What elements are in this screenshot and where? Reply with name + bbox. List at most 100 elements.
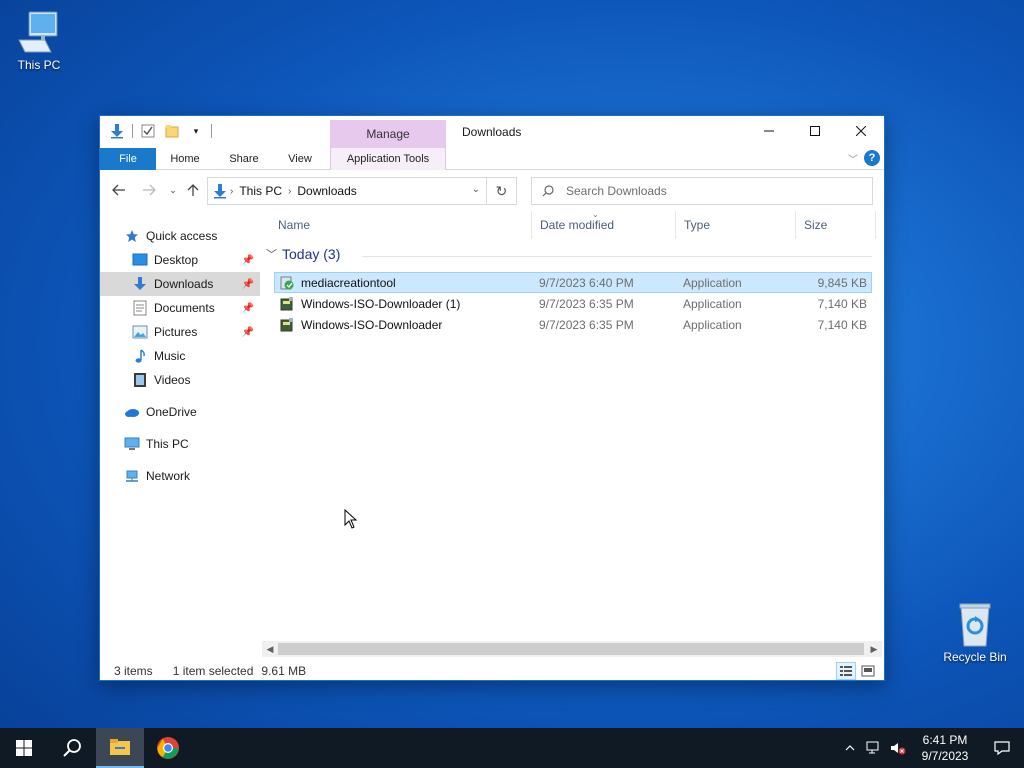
column-header-size[interactable]: Size xyxy=(796,211,876,239)
close-button[interactable] xyxy=(838,116,884,146)
sidebar-item-onedrive[interactable]: OneDrive xyxy=(100,400,260,424)
view-switcher xyxy=(836,662,878,680)
properties-icon[interactable] xyxy=(139,122,157,140)
search-input[interactable] xyxy=(566,184,846,198)
file-name-cell: Windows-ISO-Downloader xyxy=(275,317,535,333)
column-headers: Name ⌄ Date modified Type Size xyxy=(270,210,876,239)
tab-application-tools[interactable]: Application Tools xyxy=(330,148,446,170)
desktop-icon-this-pc[interactable]: This PC xyxy=(4,10,74,72)
help-icon[interactable]: ? xyxy=(864,150,880,166)
refresh-button[interactable]: ↻ xyxy=(487,177,517,205)
action-center-button[interactable] xyxy=(980,728,1024,768)
file-row-windows-iso-downloader-1[interactable]: Windows-ISO-Downloader (1) 9/7/2023 6:35… xyxy=(274,293,872,314)
file-explorer-window: ▾ Manage Downloads File Home Share View … xyxy=(99,115,885,681)
taskbar: 6:41 PM 9/7/2023 xyxy=(0,728,1024,768)
back-arrow-icon xyxy=(112,184,125,196)
forward-button[interactable] xyxy=(138,180,160,200)
sidebar-item-label: Videos xyxy=(154,373,191,387)
scroll-right-icon[interactable]: ▶ xyxy=(866,641,882,657)
scroll-left-icon[interactable]: ◀ xyxy=(262,641,278,657)
sidebar-item-this-pc[interactable]: This PC xyxy=(100,432,260,456)
computer-icon xyxy=(124,436,140,452)
column-header-name[interactable]: Name xyxy=(270,211,532,239)
network-status-icon[interactable] xyxy=(862,728,886,768)
start-button[interactable] xyxy=(0,728,48,768)
taskbar-chrome[interactable] xyxy=(144,728,192,768)
manage-tab-group: Manage xyxy=(330,120,446,148)
clock-time: 6:41 PM xyxy=(922,733,968,747)
maximize-icon xyxy=(810,126,820,136)
file-name: Windows-ISO-Downloader (1) xyxy=(301,296,461,311)
sidebar-item-network[interactable]: Network xyxy=(100,464,260,488)
sidebar-item-videos[interactable]: Videos xyxy=(100,368,260,392)
maximize-button[interactable] xyxy=(792,116,838,146)
sort-ascending-icon: ⌄ xyxy=(592,210,599,219)
group-header-today[interactable]: ﹀ Today (3) xyxy=(266,246,872,262)
scrollbar-thumb[interactable] xyxy=(278,643,864,655)
ribbon-tabs: File Home Share View Application Tools ﹀… xyxy=(100,148,884,170)
breadcrumb-this-pc[interactable]: This PC xyxy=(235,184,286,198)
file-date: 9/7/2023 6:35 PM xyxy=(539,317,634,332)
mouse-cursor-icon xyxy=(344,508,358,532)
tab-view[interactable]: View xyxy=(276,148,324,170)
sidebar-item-quick-access[interactable]: Quick access xyxy=(100,224,260,248)
sidebar-item-documents[interactable]: Documents 📌 xyxy=(100,296,260,320)
selection-size: 9.61 MB xyxy=(261,664,307,678)
desktop-icon-recycle-bin[interactable]: Recycle Bin xyxy=(940,602,1010,664)
search-button[interactable] xyxy=(48,728,96,768)
window-title: Downloads xyxy=(462,125,522,139)
search-icon xyxy=(63,739,81,757)
taskbar-clock[interactable]: 6:41 PM 9/7/2023 xyxy=(910,732,980,764)
sidebar-item-desktop[interactable]: Desktop 📌 xyxy=(100,248,260,272)
sidebar-item-pictures[interactable]: Pictures 📌 xyxy=(100,320,260,344)
breadcrumb-downloads[interactable]: Downloads xyxy=(293,184,360,198)
recent-locations-button[interactable]: ⌄ xyxy=(162,180,184,200)
minimize-button[interactable] xyxy=(746,116,792,146)
recycle-bin-icon xyxy=(951,602,999,647)
tab-home[interactable]: Home xyxy=(160,148,210,170)
videos-folder-icon xyxy=(132,372,148,388)
title-bar: ▾ Manage Downloads xyxy=(100,116,884,148)
breadcrumb-chevron-icon[interactable]: › xyxy=(286,186,293,197)
address-dropdown-icon[interactable]: ⌄ xyxy=(472,184,480,195)
pin-icon: 📌 xyxy=(241,254,254,266)
new-folder-icon[interactable] xyxy=(163,122,181,140)
downloads-arrow-icon[interactable] xyxy=(108,122,126,140)
collapse-chevron-icon[interactable]: ﹀ xyxy=(266,246,277,262)
file-name-cell: mediacreationtool xyxy=(275,275,535,291)
column-header-date-modified[interactable]: ⌄ Date modified xyxy=(532,210,676,239)
column-header-label: Date modified xyxy=(540,218,615,232)
sidebar-item-label: This PC xyxy=(146,437,189,451)
navigation-bar: ⌄ › This PC › Downloads ⌄ ↻ xyxy=(100,174,884,206)
tab-file[interactable]: File xyxy=(100,148,156,170)
file-size: 7,140 KB xyxy=(817,317,867,332)
sidebar-item-downloads[interactable]: Downloads 📌 xyxy=(100,272,260,296)
sidebar-item-label: OneDrive xyxy=(146,405,197,419)
customize-toolbar-icon[interactable]: ▾ xyxy=(187,122,205,140)
search-box[interactable] xyxy=(531,177,873,205)
tab-share[interactable]: Share xyxy=(218,148,270,170)
up-button[interactable] xyxy=(182,180,204,200)
sidebar-item-music[interactable]: Music xyxy=(100,344,260,368)
file-name: mediacreationtool xyxy=(301,275,396,290)
sidebar-item-label: Music xyxy=(154,349,186,363)
notification-icon xyxy=(994,741,1010,755)
file-row-windows-iso-downloader[interactable]: Windows-ISO-Downloader 9/7/2023 6:35 PM … xyxy=(274,314,872,335)
show-hidden-icons-icon[interactable] xyxy=(838,728,862,768)
back-button[interactable] xyxy=(108,180,130,200)
expand-ribbon-icon[interactable]: ﹀ xyxy=(848,151,858,166)
column-header-type[interactable]: Type xyxy=(676,211,796,239)
volume-muted-icon[interactable] xyxy=(886,728,910,768)
window-controls xyxy=(746,116,884,146)
address-bar[interactable]: › This PC › Downloads ⌄ xyxy=(207,177,487,205)
horizontal-scrollbar[interactable]: ◀ ▶ xyxy=(262,641,882,657)
large-icons-view-button[interactable] xyxy=(858,662,878,680)
details-view-button[interactable] xyxy=(836,662,856,680)
breadcrumb-chevron-icon[interactable]: › xyxy=(228,186,235,197)
column-header-label: Size xyxy=(804,218,828,232)
taskbar-file-explorer[interactable] xyxy=(96,728,144,768)
file-row-mediacreationtool[interactable]: mediacreationtool 9/7/2023 6:40 PM Appli… xyxy=(274,272,872,293)
details-view-icon xyxy=(840,666,852,676)
